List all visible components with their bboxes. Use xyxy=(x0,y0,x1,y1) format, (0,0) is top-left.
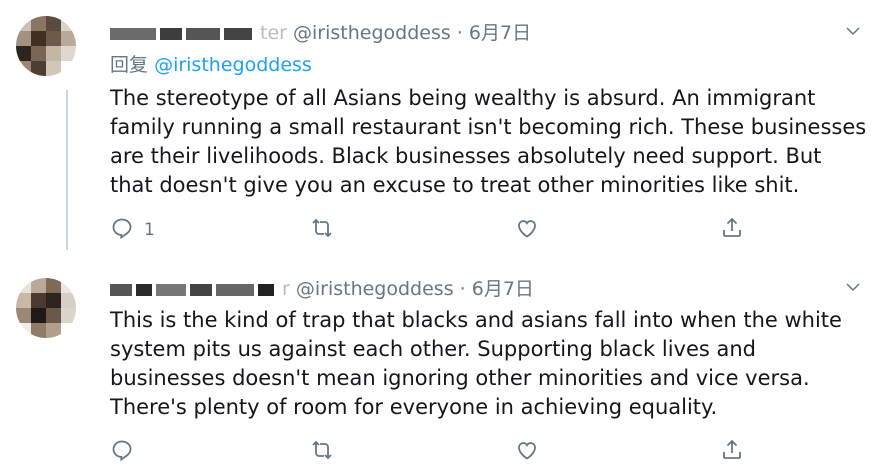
tweet[interactable]: ter @iristhegoddess · 6月7日 回复 @iristhego… xyxy=(0,0,884,262)
share-icon xyxy=(720,216,744,245)
chevron-down-icon[interactable] xyxy=(844,278,862,301)
like-icon xyxy=(515,216,539,245)
share-icon xyxy=(720,438,744,467)
separator: · xyxy=(459,278,466,300)
like-icon xyxy=(515,438,539,467)
tweet-date[interactable]: 6月7日 xyxy=(469,22,531,44)
tweet-actions: 1 xyxy=(110,215,750,245)
retweet-icon xyxy=(310,216,334,245)
avatar[interactable] xyxy=(16,278,76,338)
reply-count: 1 xyxy=(144,220,155,240)
avatar[interactable] xyxy=(16,16,76,76)
tweet-text: The stereotype of all Asians being wealt… xyxy=(110,86,867,197)
reply-icon xyxy=(110,438,134,467)
reply-context: 回复 @iristhegoddess xyxy=(110,52,312,78)
retweet-icon xyxy=(310,438,334,467)
blurred-display-name[interactable] xyxy=(110,277,278,303)
blurred-display-name[interactable] xyxy=(110,21,256,47)
reply-button[interactable]: 1 xyxy=(110,215,155,245)
reply-prefix: 回复 xyxy=(110,54,149,76)
reply-mention-link[interactable]: @iristhegoddess xyxy=(154,54,312,76)
name-hint: ter xyxy=(260,22,287,44)
reply-icon xyxy=(110,216,134,245)
user-handle[interactable]: @iristhegoddess xyxy=(293,22,451,44)
tweet-header: ter @iristhegoddess · 6月7日 xyxy=(110,20,531,47)
user-handle[interactable]: @iristhegoddess xyxy=(296,278,454,300)
like-button[interactable] xyxy=(515,215,539,245)
retweet-button[interactable] xyxy=(310,437,334,467)
like-button[interactable] xyxy=(515,437,539,467)
thread-line xyxy=(66,90,68,250)
chevron-down-icon[interactable] xyxy=(844,22,862,45)
tweet-header: r @iristhegoddess · 6月7日 xyxy=(110,276,534,303)
separator: · xyxy=(456,22,463,44)
tweet-text: This is the kind of trap that blacks and… xyxy=(110,308,842,419)
tweet-actions xyxy=(110,437,750,467)
tweet[interactable]: r @iristhegoddess · 6月7日 This is the kin… xyxy=(0,262,884,475)
retweet-button[interactable] xyxy=(310,215,334,245)
tweet-date[interactable]: 6月7日 xyxy=(472,278,534,300)
name-hint: r xyxy=(282,278,290,300)
share-button[interactable] xyxy=(720,215,744,245)
share-button[interactable] xyxy=(720,437,744,467)
reply-button[interactable] xyxy=(110,437,144,467)
